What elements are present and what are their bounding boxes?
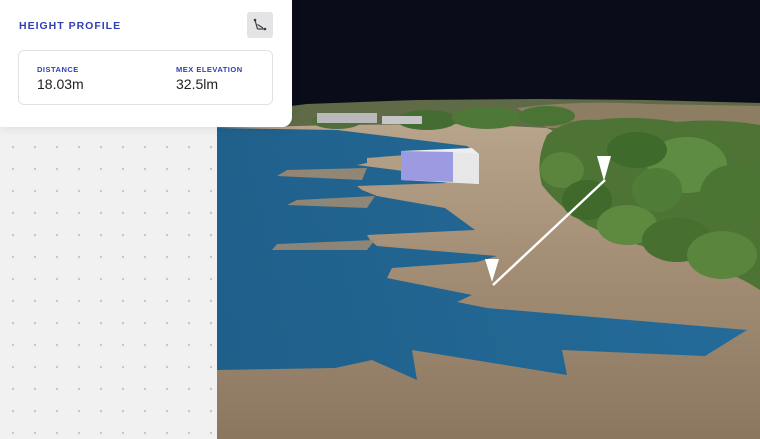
panel-title: HEIGHT PROFILE xyxy=(19,20,122,32)
building-box xyxy=(401,148,479,184)
elevation-value: 32.5lm xyxy=(176,76,219,92)
night-sky xyxy=(217,0,760,115)
far-building-2 xyxy=(382,116,422,124)
distance-value: 18.03m xyxy=(37,76,84,92)
measure-profile-button[interactable] xyxy=(247,12,273,38)
height-profile-panel: HEIGHT PROFILE DISTANCE 18.03m MEX ELEVA… xyxy=(0,0,292,127)
elevation-stat: MEX ELEVATION 32.5lm xyxy=(176,65,243,92)
stats-box: DISTANCE 18.03m MEX ELEVATION 32.5lm xyxy=(18,50,273,105)
elevation-label: MEX ELEVATION xyxy=(176,65,243,74)
distance-stat: DISTANCE 18.03m xyxy=(37,65,84,92)
distance-label: DISTANCE xyxy=(37,65,79,74)
terrain-scene xyxy=(217,0,760,439)
far-building xyxy=(317,113,377,123)
measure-profile-icon xyxy=(253,18,267,31)
point-cloud-viewport[interactable] xyxy=(217,0,760,439)
